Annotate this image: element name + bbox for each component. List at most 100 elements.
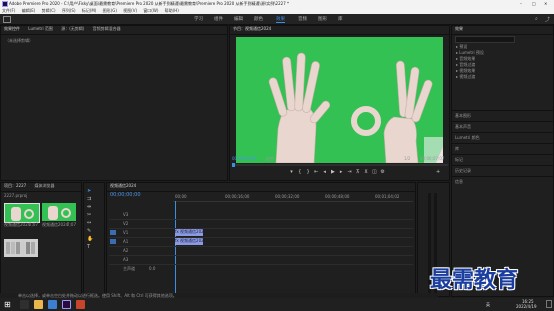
workspace-audio[interactable]: 音频	[298, 16, 307, 22]
step-forward-icon[interactable]: ▸	[338, 169, 345, 176]
menu-marker[interactable]: 标记(M)	[82, 8, 97, 13]
pen-tool-icon[interactable]: ✎	[87, 227, 101, 235]
track-label[interactable]: A1	[123, 239, 128, 245]
hands-image	[236, 37, 443, 163]
program-timecode[interactable]: 00;00;00;00	[232, 156, 256, 162]
master-volume[interactable]: 0.0	[149, 266, 155, 272]
tab-lumetri-scopes[interactable]: Lumetri 范围	[28, 26, 53, 31]
track-label[interactable]: V1	[123, 230, 128, 236]
workspace-libraries[interactable]: 库	[338, 16, 343, 22]
section-info[interactable]: 信息	[452, 176, 554, 187]
file-explorer-icon[interactable]	[34, 300, 43, 309]
track-a3: A3	[109, 256, 413, 265]
track-label[interactable]: A3	[123, 257, 128, 263]
settings-icon[interactable]: ⚙	[379, 169, 386, 176]
step-back-icon[interactable]: ◂	[321, 169, 328, 176]
lift-icon[interactable]: ⊼	[354, 169, 361, 176]
timeline-ruler[interactable]: 00;00 00;00;16;00 00;00;32;00 00;00;48;0…	[173, 193, 413, 202]
workspace-assembly[interactable]: 组件	[214, 16, 223, 22]
tools-panel: ➤ ⇉ ⇹ ✂ ↔ ✎ ✋ T	[83, 182, 105, 297]
tab-media-browser[interactable]: 媒体浏览器	[34, 183, 54, 188]
workspace-graphics[interactable]: 图形	[318, 16, 327, 22]
track-label[interactable]: V3	[123, 212, 128, 218]
playhead-marker[interactable]	[232, 163, 235, 167]
hand-tool-icon[interactable]: ✋	[87, 235, 101, 243]
selection-tool-icon[interactable]: ➤	[87, 187, 101, 195]
timeline-timecode[interactable]: 00;00;00;00	[110, 192, 141, 199]
section-lumetri-color[interactable]: Lumetri 颜色	[452, 132, 554, 143]
tab-project[interactable]: 项目：2227	[4, 183, 26, 188]
section-markers[interactable]: 标记	[452, 154, 554, 165]
track-label[interactable]: A2	[123, 248, 128, 254]
menu-clip[interactable]: 剪辑(C)	[42, 8, 56, 13]
tab-audio-clip-mixer[interactable]: 音频剪辑混合器	[93, 26, 121, 31]
slip-tool-icon[interactable]: ↔	[87, 219, 101, 227]
menu-file[interactable]: 文件(F)	[2, 8, 15, 13]
program-monitor: 节目：视频通信2024 00;00;00;00 适合 1/2 00;00;07;…	[229, 25, 450, 181]
add-button-icon[interactable]: +	[436, 169, 440, 175]
maximize-button[interactable]: □	[532, 1, 536, 7]
audio-clip[interactable]: fx 视频通信2024	[175, 238, 206, 245]
notification-icon[interactable]	[546, 300, 552, 308]
effects-search-input[interactable]	[455, 36, 515, 43]
track-a1: A1 fx 视频通信2024	[109, 238, 413, 247]
workspace-editing[interactable]: 编辑	[234, 16, 243, 22]
go-to-in-icon[interactable]: ⇤	[313, 169, 320, 176]
effects-item-video-transitions[interactable]: ▸ 视频过渡	[456, 74, 484, 80]
app-taskbar-icon[interactable]	[76, 300, 85, 309]
search-icon[interactable]: ⌕	[535, 16, 538, 22]
menu-help[interactable]: 帮助(H)	[165, 8, 179, 13]
menu-sequence[interactable]: 序列(S)	[62, 8, 76, 13]
menu-window[interactable]: 窗口(W)	[143, 8, 158, 13]
windows-start-icon[interactable]: ⊞	[4, 300, 13, 309]
premiere-taskbar-icon[interactable]	[62, 300, 71, 309]
quality-dropdown[interactable]: 1/2	[404, 156, 410, 162]
section-essential-sound[interactable]: 基本声音	[452, 121, 554, 132]
tab-effect-controls[interactable]: 效果控件	[4, 26, 20, 31]
ruler-label: 00;00;48;00	[325, 194, 350, 199]
menu-edit[interactable]: 编辑(E)	[22, 8, 36, 13]
tab-source[interactable]: 源：(无剪辑)	[61, 26, 84, 31]
sequence-thumbnail[interactable]	[4, 239, 38, 257]
go-to-out-icon[interactable]: ⇥	[346, 169, 353, 176]
source-patch-a1[interactable]	[110, 239, 116, 244]
menu-view[interactable]: 视图(V)	[123, 8, 137, 13]
track-label[interactable]: V2	[123, 221, 128, 227]
play-icon[interactable]: ▶	[329, 169, 336, 176]
track-select-tool-icon[interactable]: ⇉	[87, 195, 101, 203]
clip-thumbnail-1[interactable]	[4, 203, 40, 223]
ruler-label: 00;00	[175, 194, 187, 199]
extract-icon[interactable]: ⊻	[363, 169, 370, 176]
export-frame-icon[interactable]: ◫	[371, 169, 378, 176]
workspace-effects[interactable]: 效果	[276, 16, 285, 23]
mark-in-icon[interactable]: {	[296, 169, 303, 176]
fit-dropdown[interactable]: 适合	[266, 156, 274, 162]
close-button[interactable]: ✕	[544, 1, 547, 7]
section-history[interactable]: 历史记录	[452, 165, 554, 176]
workspace-learn[interactable]: 学习	[194, 16, 203, 22]
timeline-tab[interactable]: 视频通信2024	[110, 183, 136, 188]
clock-date[interactable]: 2022/4/19	[516, 304, 537, 310]
workspace-color[interactable]: 颜色	[254, 16, 263, 22]
browser-icon[interactable]	[48, 300, 57, 309]
premiere-logo-icon	[2, 1, 8, 7]
menu-graphics[interactable]: 图形(G)	[103, 8, 117, 13]
add-marker-icon[interactable]: ▾	[288, 169, 295, 176]
track-a2: A2	[109, 247, 413, 256]
section-libraries[interactable]: 库	[452, 143, 554, 154]
transport-controls: ▾ { } ⇤ ◂ ▶ ▸ ⇥ ⊼ ⊻ ◫ ⚙	[288, 169, 386, 176]
home-icon[interactable]	[3, 16, 11, 23]
share-icon[interactable]: ⤴	[545, 16, 550, 23]
section-essential-graphics[interactable]: 基本图形	[452, 110, 554, 121]
source-patch-v1[interactable]	[110, 230, 116, 235]
razor-tool-icon[interactable]: ✂	[87, 211, 101, 219]
ripple-edit-tool-icon[interactable]: ⇹	[87, 203, 101, 211]
video-clip[interactable]: fx 视频通信2024	[175, 229, 206, 236]
minimize-button[interactable]: –	[520, 1, 522, 7]
type-tool-icon[interactable]: T	[87, 243, 101, 251]
program-scrubber[interactable]	[232, 163, 448, 167]
clip-thumbnail-2[interactable]	[42, 203, 76, 221]
search-taskbar-icon[interactable]	[20, 300, 29, 309]
input-language[interactable]: 英	[486, 302, 490, 308]
mark-out-icon[interactable]: }	[305, 169, 312, 176]
